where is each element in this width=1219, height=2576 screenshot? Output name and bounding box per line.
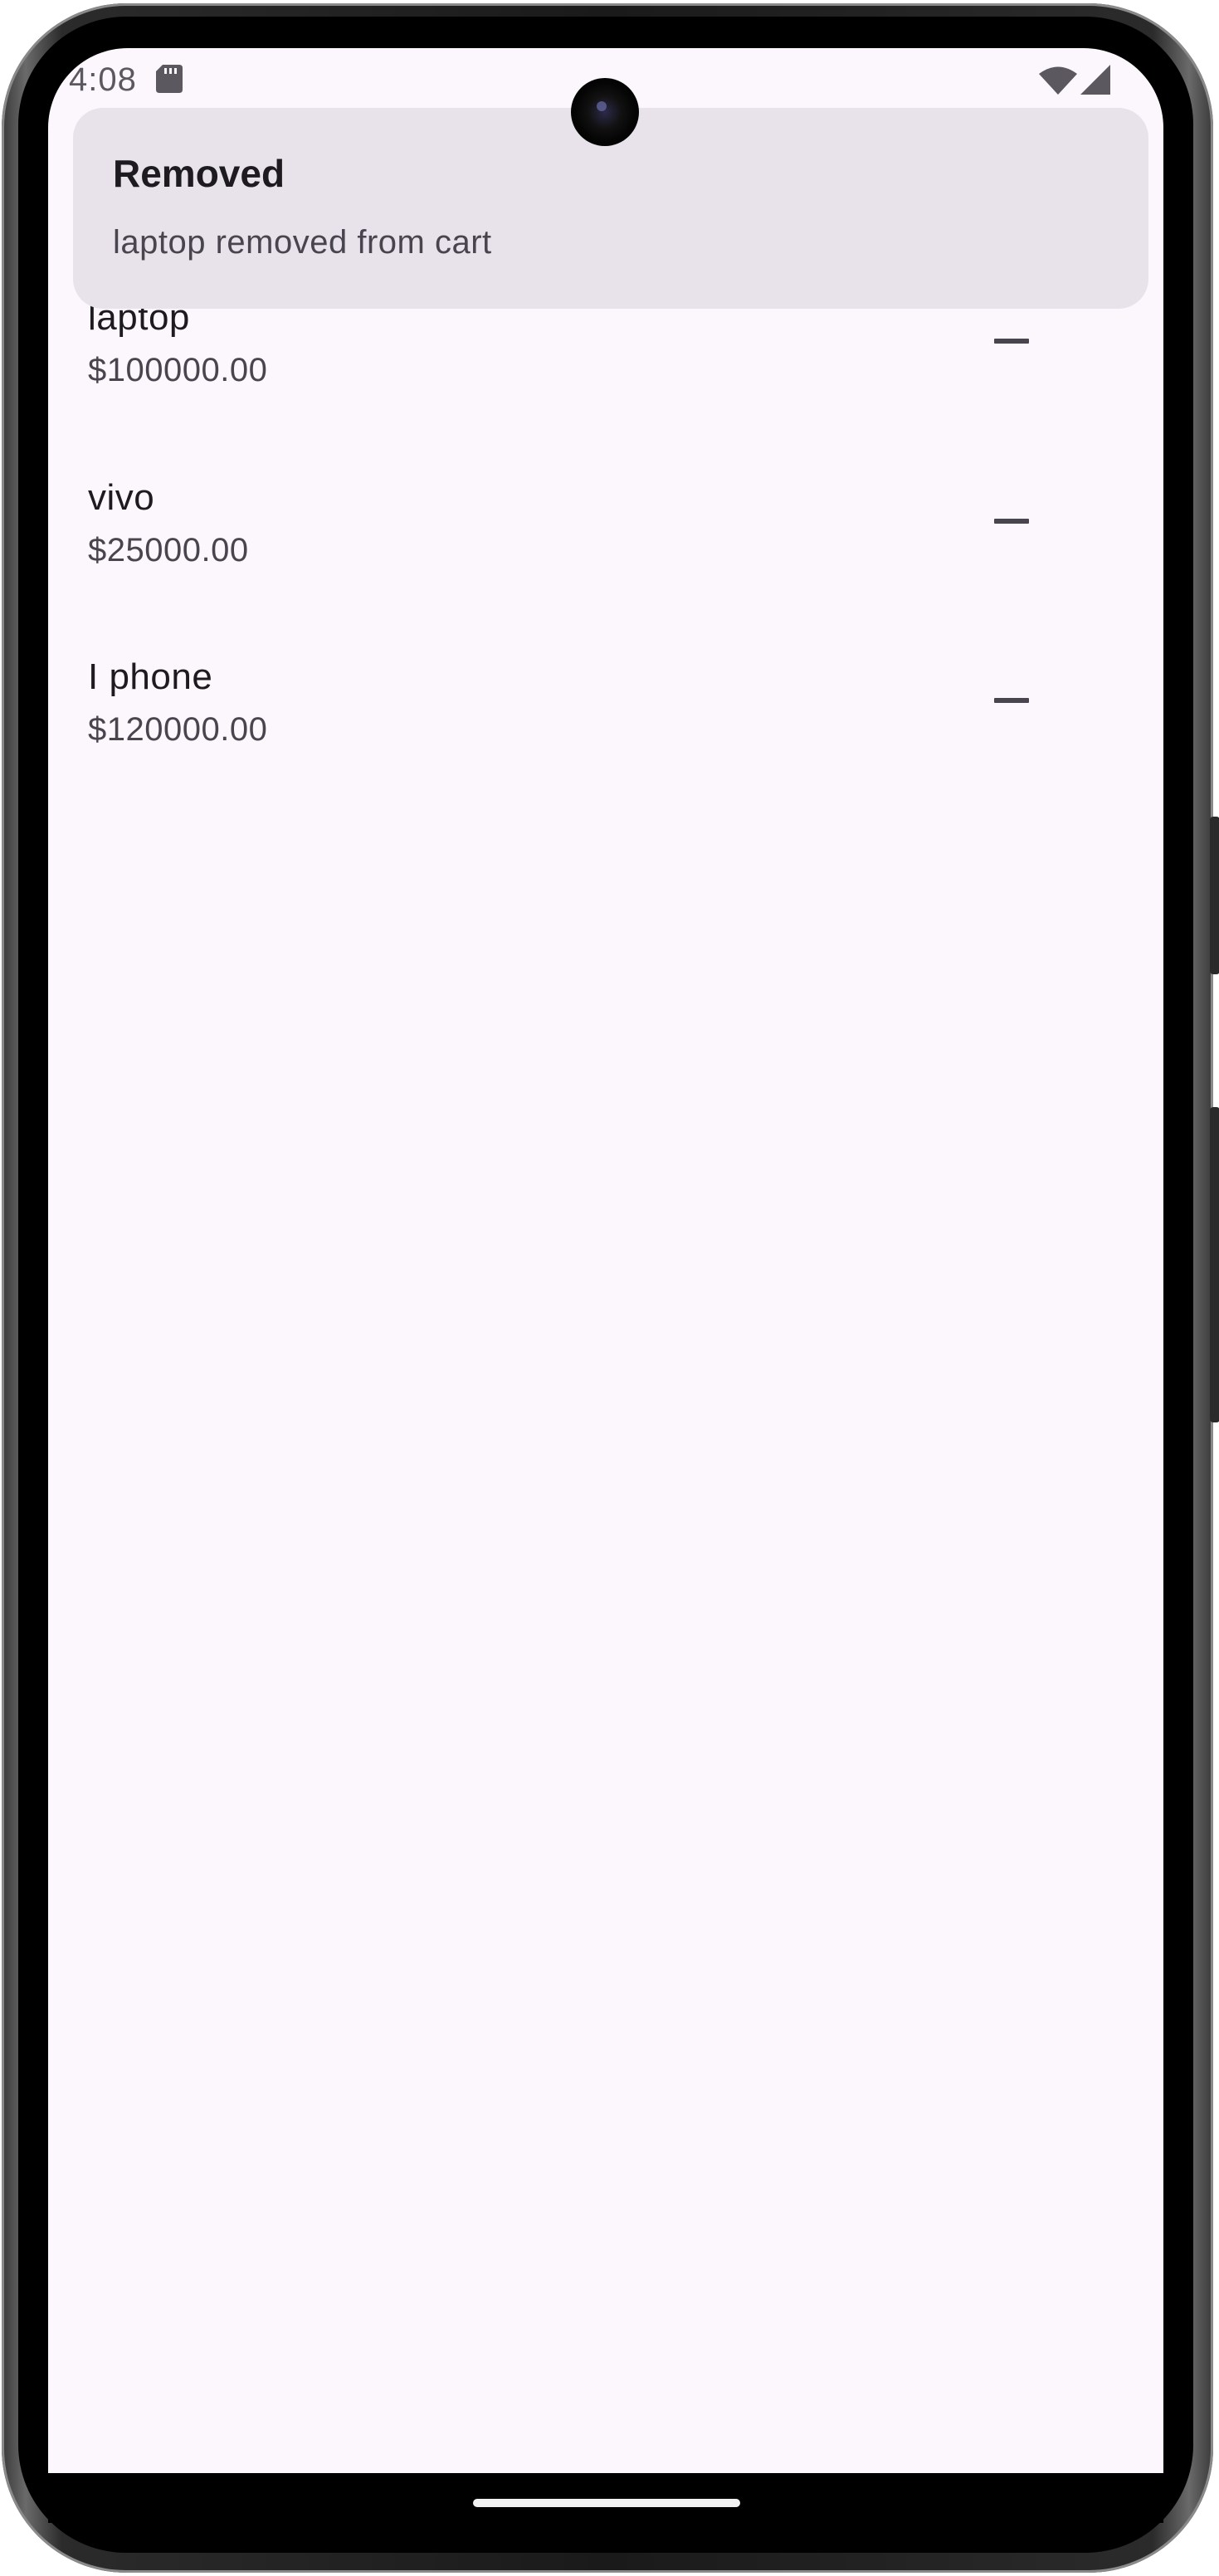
remove-icon — [994, 698, 1029, 703]
cart-list-item: laptop $100000.00 — [48, 297, 1163, 463]
volume-button — [1210, 817, 1219, 974]
wifi-icon — [1039, 66, 1077, 95]
status-time: 4:08 — [69, 61, 137, 98]
remove-button[interactable] — [961, 650, 1061, 749]
snackbar-title: Removed — [113, 152, 285, 195]
cart-list-item: vivo $25000.00 — [48, 477, 1163, 643]
item-price: $25000.00 — [88, 532, 249, 568]
device-mockup: 4:08 laptop $100000.00 vivo $25000.00 I … — [0, 0, 1219, 2576]
item-name: vivo — [88, 477, 155, 518]
remove-button[interactable] — [961, 471, 1061, 570]
item-name: I phone — [88, 656, 213, 697]
navigation-bar — [48, 2473, 1163, 2523]
sd-card-icon — [156, 65, 183, 93]
item-price: $120000.00 — [88, 711, 268, 748]
item-price: $100000.00 — [88, 352, 268, 388]
remove-icon — [994, 519, 1029, 524]
home-indicator[interactable] — [473, 2499, 740, 2507]
cart-list-item: I phone $120000.00 — [48, 656, 1163, 822]
app-screen: 4:08 laptop $100000.00 vivo $25000.00 I … — [48, 48, 1163, 2473]
cellular-signal-icon — [1080, 65, 1110, 95]
remove-icon — [994, 339, 1029, 344]
snackbar-message: laptop removed from cart — [113, 224, 492, 261]
front-camera — [571, 78, 639, 146]
power-button — [1210, 1107, 1219, 1422]
